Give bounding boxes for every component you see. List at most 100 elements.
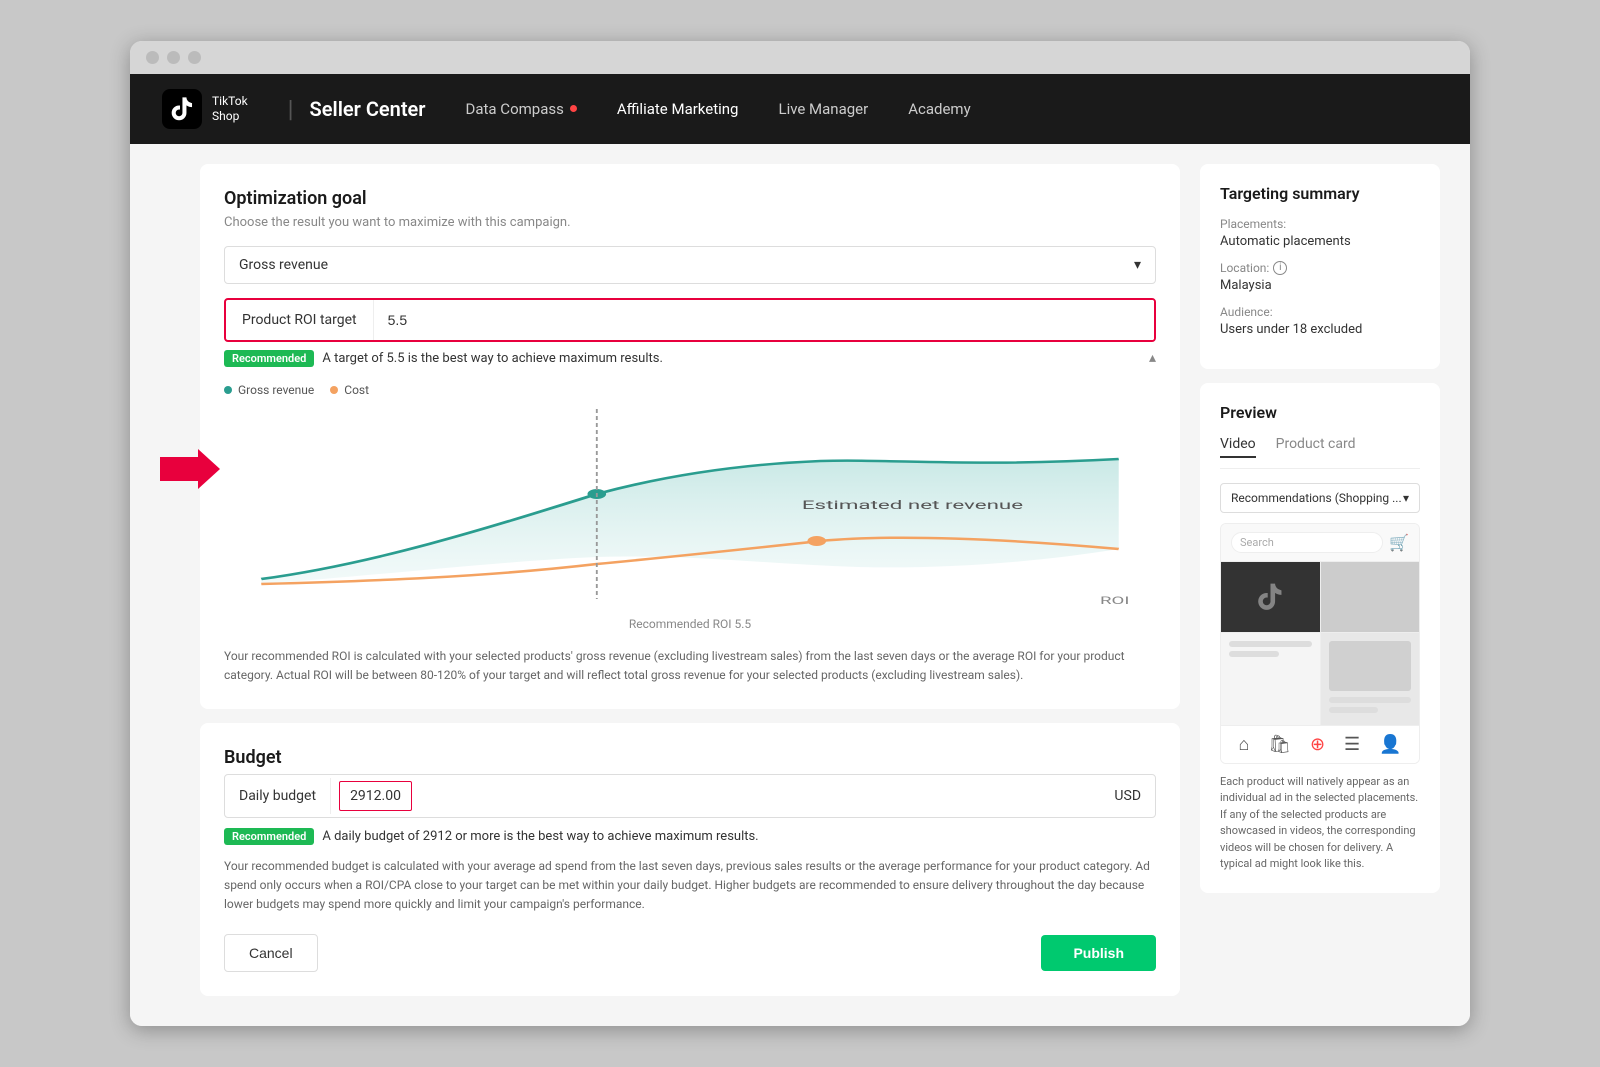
publish-button[interactable]: Publish bbox=[1041, 935, 1156, 971]
traffic-light-close[interactable] bbox=[146, 51, 159, 64]
optimization-title: Optimization goal bbox=[224, 188, 1156, 209]
legend-cost: Cost bbox=[330, 383, 369, 397]
budget-input-wrapper: 2912.00 bbox=[331, 775, 1100, 817]
placeholder-line bbox=[1229, 641, 1312, 647]
placeholder-line-short bbox=[1229, 651, 1279, 657]
pointing-arrow-icon bbox=[160, 444, 220, 502]
cost-dot bbox=[330, 386, 338, 394]
budget-row: Daily budget 2912.00 USD bbox=[224, 774, 1156, 818]
dropdown-value: Gross revenue bbox=[239, 257, 328, 273]
chart-note: Your recommended ROI is calculated with … bbox=[224, 647, 1156, 685]
brand-text: TikTok Shop bbox=[212, 94, 248, 123]
nav-data-compass[interactable]: Data Compass bbox=[466, 100, 577, 118]
budget-title: Budget bbox=[224, 747, 1156, 768]
budget-note: Your recommended budget is calculated wi… bbox=[224, 857, 1156, 915]
nav-divider: | bbox=[288, 95, 294, 123]
tiktok-watermark bbox=[1254, 581, 1286, 613]
gross-revenue-dot bbox=[224, 386, 232, 394]
browser-window: TikTok Shop | Seller Center Data Compass… bbox=[130, 41, 1470, 1027]
location-row: Location: i Malaysia bbox=[1220, 261, 1420, 293]
preview-note: Each product will natively appear as an … bbox=[1220, 774, 1420, 873]
chart-legend: Gross revenue Cost bbox=[224, 383, 1156, 397]
tiktok-nav-icon: ⊕ bbox=[1310, 734, 1325, 755]
chevron-up-icon[interactable]: ▴ bbox=[1149, 350, 1156, 366]
chevron-down-icon: ▾ bbox=[1134, 257, 1141, 273]
chart-container: Gross revenue Cost bbox=[224, 383, 1156, 631]
roi-chart: Estimated net revenue ROI bbox=[224, 409, 1156, 609]
nav-live-manager[interactable]: Live Manager bbox=[778, 100, 868, 118]
budget-recommended-badge: Recommended bbox=[224, 828, 314, 845]
product-thumb-1 bbox=[1221, 562, 1320, 632]
audience-label: Audience: bbox=[1220, 305, 1420, 319]
placements-value: Automatic placements bbox=[1220, 234, 1420, 249]
roi-label: Product ROI target bbox=[226, 300, 374, 340]
profile-icon: 👤 bbox=[1379, 734, 1401, 755]
product-placeholder-1 bbox=[1221, 633, 1320, 725]
shop-icon: 🛍 bbox=[1268, 734, 1291, 755]
preview-dropdown[interactable]: Recommendations (Shopping ... ▾ bbox=[1220, 483, 1420, 513]
preview-title: Preview bbox=[1220, 403, 1420, 422]
brand-logo: TikTok Shop bbox=[162, 89, 248, 129]
mockup-search-bar: Search 🛒 bbox=[1221, 524, 1419, 562]
recommended-badge: Recommended bbox=[224, 350, 314, 367]
phone-mockup: Search 🛒 bbox=[1220, 523, 1420, 764]
budget-card: Budget Daily budget 2912.00 USD Recommen… bbox=[200, 723, 1180, 997]
nav-affiliate-marketing[interactable]: Affiliate Marketing bbox=[617, 100, 739, 118]
preview-tabs: Video Product card bbox=[1220, 436, 1420, 469]
targeting-card: Targeting summary Placements: Automatic … bbox=[1200, 164, 1440, 369]
placements-label: Placements: bbox=[1220, 217, 1420, 231]
placeholder-line-short-2 bbox=[1329, 707, 1379, 713]
recommended-text: A target of 5.5 is the best way to achie… bbox=[322, 351, 663, 366]
audience-value: Users under 18 excluded bbox=[1220, 322, 1420, 337]
nav-seller-center: Seller Center bbox=[310, 97, 426, 121]
arrow-container bbox=[160, 164, 220, 502]
bottom-nav: ⌂ 🛍 ⊕ ☰ 👤 bbox=[1221, 725, 1419, 763]
cancel-button[interactable]: Cancel bbox=[224, 934, 318, 972]
roi-recommended-row: Recommended A target of 5.5 is the best … bbox=[224, 350, 1156, 367]
placeholder-line-2 bbox=[1329, 697, 1412, 703]
preview-card: Preview Video Product card Recommendatio… bbox=[1200, 383, 1440, 893]
budget-recommended-row: Recommended A daily budget of 2912 or mo… bbox=[224, 828, 1156, 845]
product-placeholder-2 bbox=[1321, 633, 1420, 725]
top-nav: TikTok Shop | Seller Center Data Compass… bbox=[130, 74, 1470, 144]
optimization-card: Optimization goal Choose the result you … bbox=[200, 164, 1180, 709]
right-panel: Targeting summary Placements: Automatic … bbox=[1200, 164, 1440, 997]
svg-text:ROI: ROI bbox=[1100, 594, 1129, 606]
search-input-mockup: Search bbox=[1231, 532, 1383, 553]
legend-gross-revenue: Gross revenue bbox=[224, 383, 314, 397]
location-value: Malaysia bbox=[1220, 278, 1420, 293]
action-row: Cancel Publish bbox=[224, 934, 1156, 972]
location-label: Location: i bbox=[1220, 261, 1420, 275]
product-thumb-2 bbox=[1321, 562, 1420, 632]
nav-dot bbox=[570, 105, 577, 112]
title-bar bbox=[130, 41, 1470, 74]
traffic-light-minimize[interactable] bbox=[167, 51, 180, 64]
cart-icon: 🛒 bbox=[1389, 533, 1409, 552]
budget-recommended-text: A daily budget of 2912 or more is the be… bbox=[322, 829, 758, 844]
left-section: Optimization goal Choose the result you … bbox=[160, 164, 1180, 997]
audience-row: Audience: Users under 18 excluded bbox=[1220, 305, 1420, 337]
placements-row: Placements: Automatic placements bbox=[1220, 217, 1420, 249]
product-grid bbox=[1221, 562, 1419, 725]
inbox-icon: ☰ bbox=[1344, 734, 1360, 755]
svg-text:Estimated net revenue: Estimated net revenue bbox=[802, 498, 1023, 512]
roi-input[interactable] bbox=[374, 300, 1154, 340]
targeting-title: Targeting summary bbox=[1220, 184, 1420, 203]
budget-label: Daily budget bbox=[225, 778, 331, 814]
chart-footer: Recommended ROI 5.5 bbox=[224, 617, 1156, 631]
home-icon: ⌂ bbox=[1238, 734, 1249, 755]
info-icon[interactable]: i bbox=[1273, 261, 1287, 275]
optimization-dropdown[interactable]: Gross revenue ▾ bbox=[224, 246, 1156, 284]
tiktok-icon bbox=[162, 89, 202, 129]
optimization-desc: Choose the result you want to maximize w… bbox=[224, 215, 1156, 230]
roi-field: Product ROI target bbox=[224, 298, 1156, 342]
budget-value[interactable]: 2912.00 bbox=[339, 781, 412, 811]
budget-currency: USD bbox=[1100, 778, 1155, 814]
traffic-light-maximize[interactable] bbox=[188, 51, 201, 64]
nav-links: Data Compass Affiliate Marketing Live Ma… bbox=[466, 100, 1438, 118]
tab-video[interactable]: Video bbox=[1220, 436, 1256, 458]
main-content: Optimization goal Choose the result you … bbox=[130, 144, 1470, 1027]
tab-product-card[interactable]: Product card bbox=[1276, 436, 1356, 458]
nav-academy[interactable]: Academy bbox=[908, 100, 970, 118]
preview-chevron-down-icon: ▾ bbox=[1403, 491, 1409, 505]
